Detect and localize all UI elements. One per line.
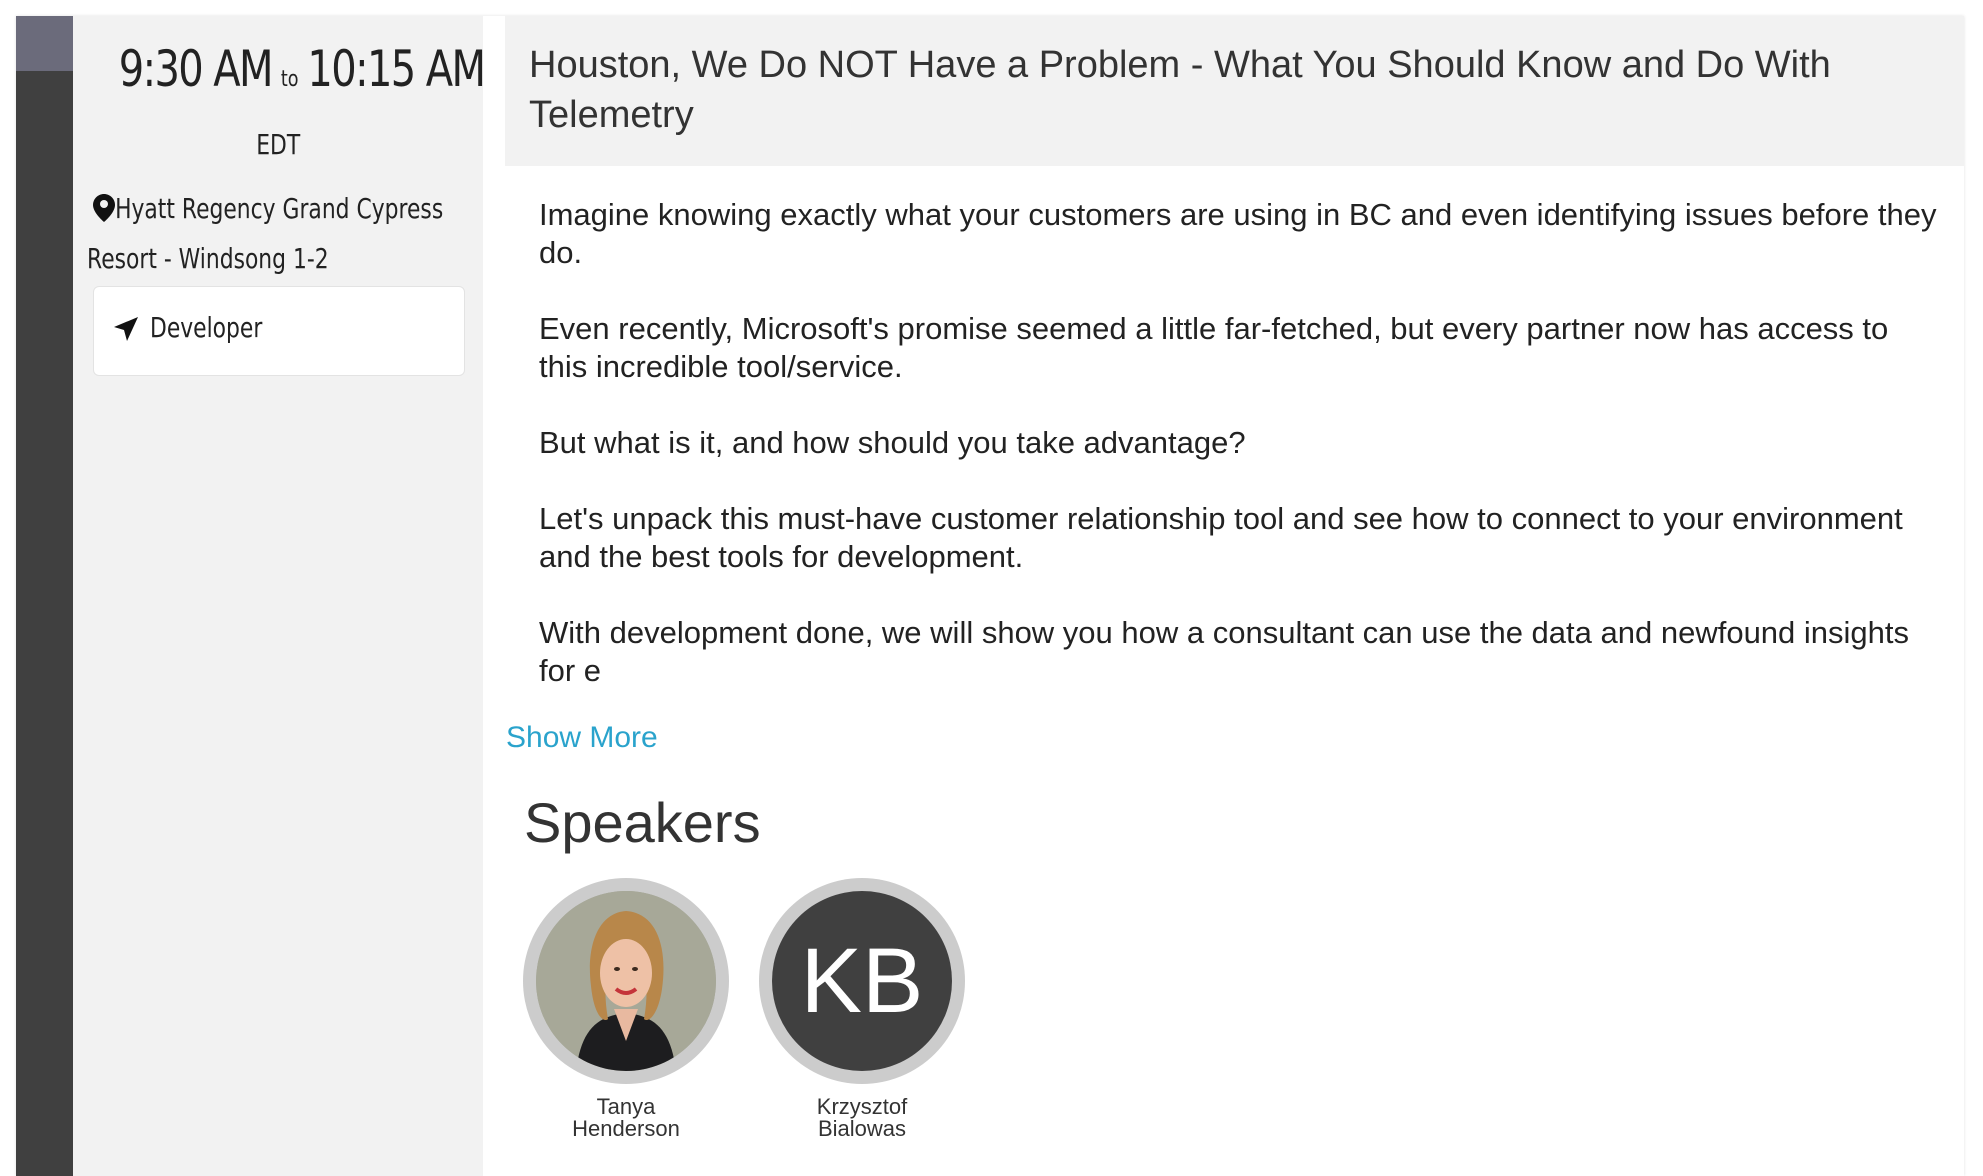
session-time: 9:30 AM to 10:15 AM (73, 40, 486, 98)
session-main: Houston, We Do NOT Have a Problem - What… (505, 16, 1964, 1176)
navigation-arrow-icon (114, 317, 138, 341)
session-title: Houston, We Do NOT Have a Problem - What… (529, 44, 1831, 136)
description-paragraph: Even recently, Microsoft's promise seeme… (539, 311, 1889, 384)
accent-bar (16, 16, 73, 1176)
accent-bar-cap (16, 16, 73, 71)
time-separator: to (280, 67, 299, 92)
person-photo-icon (536, 891, 716, 1071)
speaker-photo (536, 891, 716, 1071)
title-bar: Houston, We Do NOT Have a Problem - What… (505, 16, 1964, 166)
speaker-last-name: Bialowas (817, 1116, 907, 1141)
speaker-last-name: Henderson (572, 1116, 680, 1141)
speakers-heading: Speakers (524, 791, 761, 854)
session-location: Hyatt Regency Grand Cypress Resort - Win… (87, 184, 477, 284)
description-paragraph: With development done, we will show you … (539, 615, 1910, 688)
avatar[interactable]: KB (759, 878, 965, 1084)
speaker-card[interactable]: Tanya Henderson (523, 878, 729, 1140)
timezone: EDT (256, 128, 300, 161)
session-sidebar: 9:30 AM to 10:15 AM EDT Hyatt Regency Gr… (73, 16, 486, 1176)
description-paragraph: Imagine knowing exactly what your custom… (539, 197, 1937, 270)
description-paragraph: But what is it, and how should you take … (539, 425, 1246, 460)
start-time: 9:30 AM (118, 40, 274, 98)
track-tag[interactable]: Developer (93, 286, 465, 376)
speaker-first-name: Krzysztof (816, 1094, 908, 1119)
speaker-card[interactable]: KB Krzysztof Bialowas (759, 878, 965, 1140)
location-line-2: Resort - Windsong 1-2 (87, 242, 329, 275)
track-label: Developer (150, 311, 263, 344)
location-line-1: Hyatt Regency Grand Cypress (115, 192, 444, 225)
speaker-initials: KB (772, 891, 952, 1071)
speaker-first-name: Tanya (596, 1094, 656, 1119)
end-time: 10:15 AM (307, 40, 486, 98)
description-paragraph: Let's unpack this must-have customer rel… (539, 501, 1903, 574)
avatar[interactable] (523, 878, 729, 1084)
show-more-link[interactable]: Show More (506, 721, 658, 755)
session-description: Imagine knowing exactly what your custom… (539, 196, 1939, 728)
